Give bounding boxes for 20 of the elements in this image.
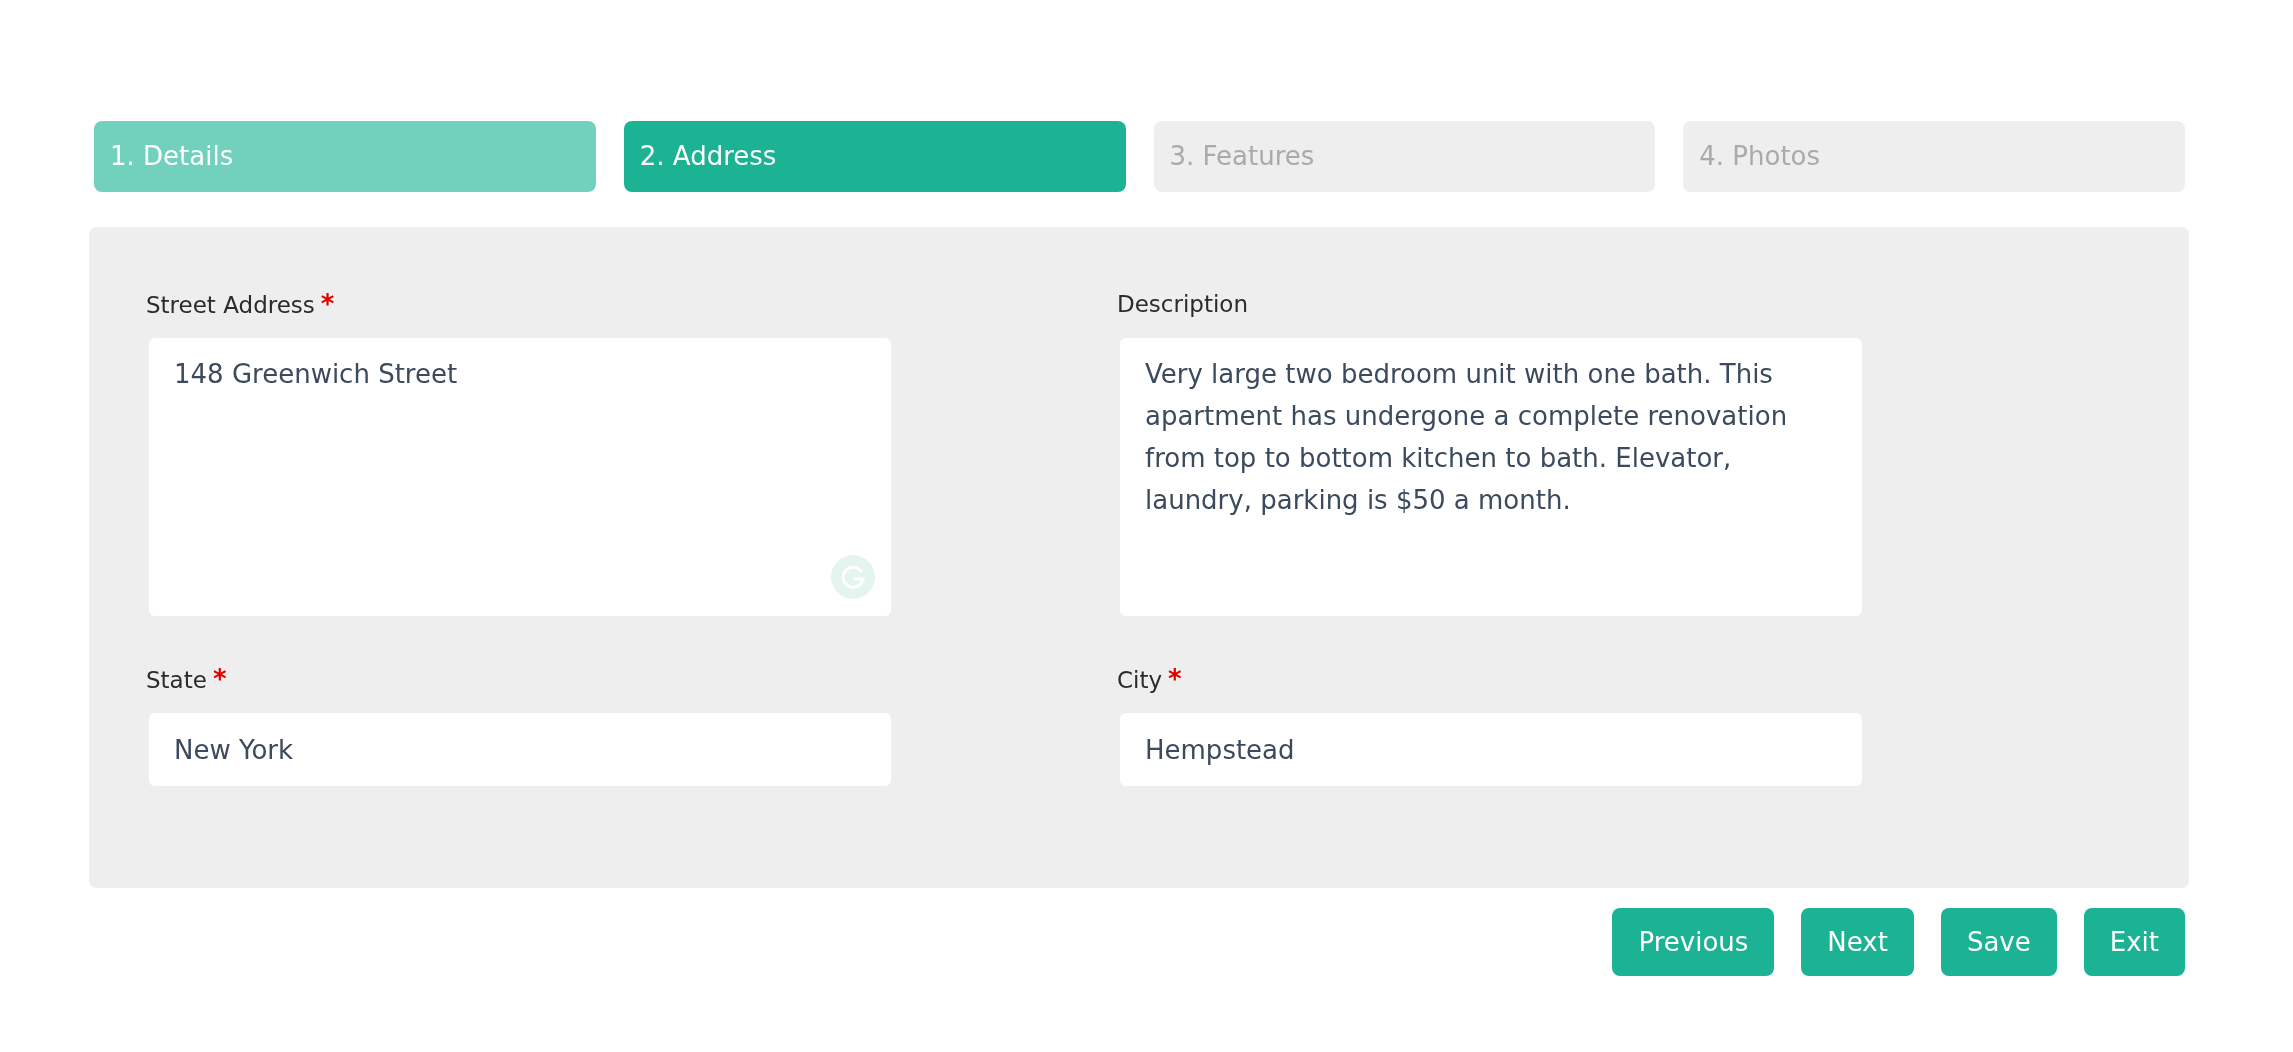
action-button[interactable]: Previous — [1612, 908, 1775, 976]
text-input-field[interactable]: Hempstead — [1120, 713, 1862, 786]
action-button[interactable]: Exit — [2083, 908, 2185, 976]
action-button[interactable]: Save — [1940, 908, 2057, 976]
required-asterisk: * — [1168, 663, 1182, 695]
action-button[interactable]: Next — [1801, 908, 1914, 976]
circle-arc-icon[interactable] — [831, 555, 875, 599]
step-tab[interactable]: 1. Details — [94, 121, 596, 192]
field-label: Street Address — [146, 291, 315, 320]
text-area-field[interactable]: 148 Greenwich Street — [149, 338, 891, 616]
required-asterisk: * — [320, 288, 335, 320]
field-label: Description — [1117, 290, 1248, 319]
step-tab[interactable]: 3. Features — [1153, 121, 1656, 192]
step-tab[interactable]: 4. Photos — [1683, 121, 2185, 192]
required-asterisk: * — [212, 663, 227, 695]
text-area-field[interactable]: Very large two bedroom unit with one bath. This apartment has undergone a complete renovation from top to bottom kitchen to bath. Elevator, laundry, parking is $50 a month. — [1120, 338, 1862, 616]
field-label: City — [1117, 666, 1163, 695]
step-tab[interactable]: 2. Address — [623, 121, 1126, 192]
field-label: State — [146, 666, 207, 695]
text-input-field[interactable]: New York — [149, 713, 891, 786]
